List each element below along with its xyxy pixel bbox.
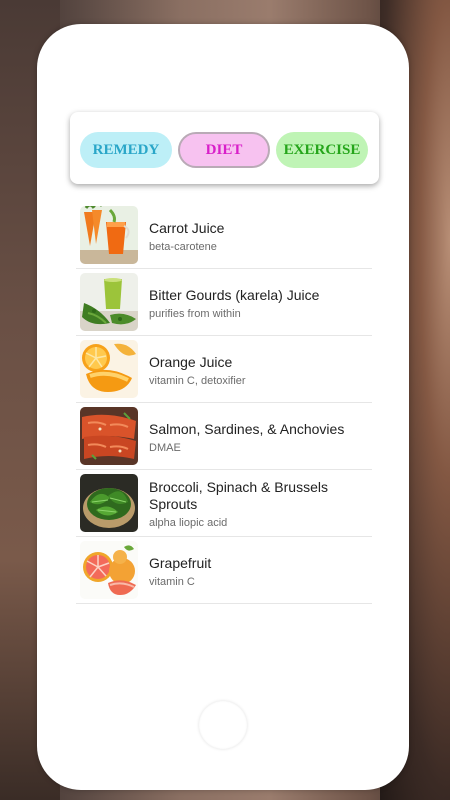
- item-title: Grapefruit: [149, 555, 212, 571]
- item-title: Broccoli, Spinach & Brussels Sprouts: [149, 479, 328, 512]
- carrot-juice-image: [80, 206, 138, 264]
- list-item[interactable]: Orange Juice vitamin C, detoxifier: [76, 336, 372, 403]
- list-item[interactable]: Bitter Gourds (karela) Juice purifies fr…: [76, 269, 372, 336]
- item-title: Orange Juice: [149, 354, 233, 370]
- item-subtitle: purifies from within: [149, 308, 241, 320]
- diet-list: Carrot Juice beta-carotene Bitter Gourds…: [76, 202, 372, 604]
- item-subtitle: alpha liopic acid: [149, 517, 228, 529]
- item-title: Carrot Juice: [149, 220, 225, 236]
- tab-remedy[interactable]: REMEDY: [80, 132, 172, 168]
- item-title: Salmon, Sardines, & Anchovies: [149, 421, 345, 437]
- list-item[interactable]: Carrot Juice beta-carotene: [76, 202, 372, 269]
- spinach-bowl-image: [80, 474, 138, 532]
- category-tab-bar: REMEDY DIET EXERCISE: [70, 112, 379, 184]
- list-item[interactable]: Grapefruit vitamin C: [76, 537, 372, 604]
- home-button[interactable]: [199, 701, 247, 749]
- orange-slices-image: [80, 340, 138, 398]
- grapefruit-image: [80, 541, 138, 599]
- item-subtitle: DMAE: [149, 442, 181, 454]
- item-subtitle: vitamin C, detoxifier: [149, 375, 246, 387]
- tab-exercise[interactable]: EXERCISE: [276, 132, 368, 168]
- item-title: Bitter Gourds (karela) Juice: [149, 287, 320, 303]
- salmon-fillet-image: [80, 407, 138, 465]
- item-subtitle: vitamin C: [149, 576, 195, 588]
- bitter-gourd-juice-image: [80, 273, 138, 331]
- item-subtitle: beta-carotene: [149, 241, 217, 253]
- tab-diet[interactable]: DIET: [178, 132, 270, 168]
- list-item[interactable]: Broccoli, Spinach & Brussels Sprouts alp…: [76, 470, 372, 537]
- list-item[interactable]: Salmon, Sardines, & Anchovies DMAE: [76, 403, 372, 470]
